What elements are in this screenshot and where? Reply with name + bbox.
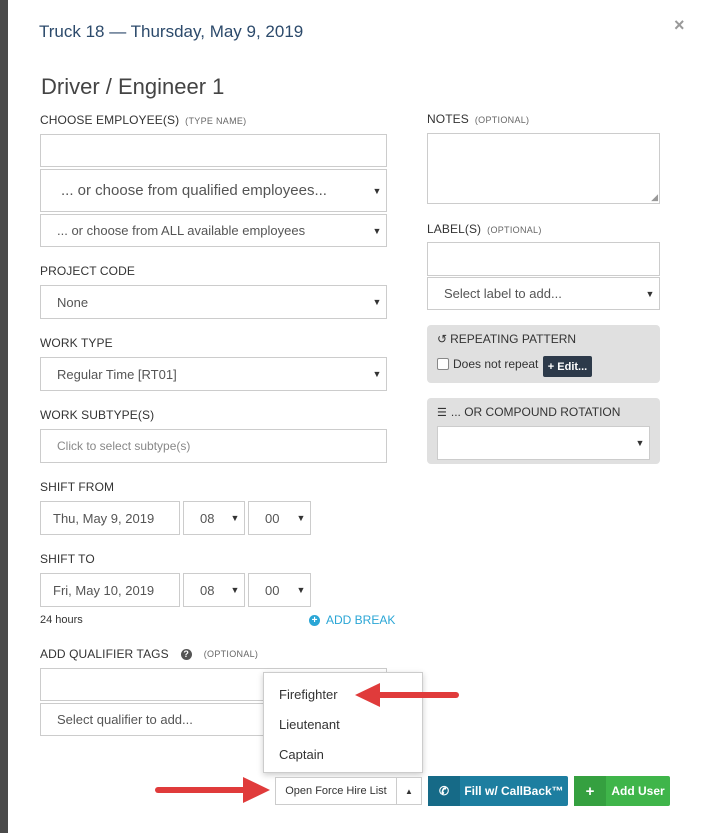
does-not-repeat-checkbox[interactable] [437,358,449,370]
fill-callback-button[interactable]: ✆ Fill w/ CallBack™ [428,776,568,806]
plus-circle-icon: + [309,614,320,626]
label-select[interactable]: Select label to add... ▼ [427,277,660,310]
arrow-left-annotation [355,683,459,707]
does-not-repeat-row: Does not repeat [437,357,538,371]
work-type-value: Regular Time [RT01] [57,366,177,382]
work-subtype-placeholder: Click to select subtype(s) [57,439,191,453]
qualifier-optional: (Optional) [203,649,259,659]
shift-from-hour-value: 08 [200,510,215,526]
dropdown-item-firefighter[interactable]: Firefighter [279,687,338,702]
close-icon[interactable]: × [674,16,685,34]
chevron-down-icon: ▼ [230,585,240,595]
duration-text: 24 hours [40,614,83,626]
shift-to-date-input[interactable]: Fri, May 10, 2019 [40,573,180,607]
chevron-up-icon[interactable]: ▲ [397,778,421,804]
labels-input[interactable] [427,242,660,276]
repeating-pattern-panel: ↺ REPEATING PATTERN Does not repeat + Ed… [427,325,660,383]
shift-from-minute-value: 00 [265,510,280,526]
qualified-employees-select[interactable]: ... or choose from qualified employees..… [40,169,387,212]
dropdown-item-captain[interactable]: Captain [279,747,324,762]
shift-from-label: Shift From [40,480,115,494]
add-break-label: ADD BREAK [326,613,396,627]
choose-employee-label: Choose Employee(s) (Type Name) [40,113,246,127]
label-select-placeholder: Select label to add... [444,286,562,301]
employee-name-input[interactable] [40,134,387,167]
fill-callback-label: Fill w/ CallBack™ [464,784,564,798]
add-user-label: Add User [611,784,665,798]
open-force-hire-button[interactable]: Open Force Hire List [276,778,397,804]
sliders-icon: ☰ [437,406,447,419]
qualifier-tags-label: Add Qualifier Tags ? (Optional) [40,647,258,661]
help-icon[interactable]: ? [180,648,192,660]
dropdown-item-lieutenant[interactable]: Lieutenant [279,717,340,732]
edit-pattern-button[interactable]: + Edit... [543,356,592,377]
compound-rotation-select[interactable]: ▼ [437,426,650,460]
shift-from-minute-select[interactable]: 00 ▼ [248,501,311,535]
labels-optional: (Optional) [487,225,542,235]
shift-modal: × Truck 18 — Thursday, May 9, 2019 Drive… [8,0,705,833]
shift-from-date-value: Thu, May 9, 2019 [53,510,155,526]
chevron-down-icon: ▼ [372,185,382,196]
chevron-down-icon: ▼ [296,585,306,595]
repeating-pattern-text: REPEATING PATTERN [450,332,577,346]
project-code-select[interactable]: None ▼ [40,285,387,319]
chevron-down-icon: ▼ [635,438,645,448]
compound-rotation-title: ☰ ... OR COMPOUND ROTATION [437,405,620,419]
history-icon: ↺ [437,332,448,346]
qualified-employees-value: ... or choose from qualified employees..… [61,182,327,199]
position-heading: Driver / Engineer 1 [41,74,225,99]
chevron-down-icon: ▼ [372,297,382,307]
all-employees-value: ... or choose from ALL available employe… [57,223,306,238]
resize-handle-icon[interactable]: ◢ [651,192,658,203]
phone-icon: ✆ [428,776,460,806]
repeating-pattern-title: ↺ REPEATING PATTERN [437,332,576,346]
force-hire-split-button: Open Force Hire List ▲ [275,777,422,805]
add-user-button[interactable]: + Add User [574,776,670,806]
arrow-right-annotation [155,777,270,803]
chevron-down-icon: ▼ [230,513,240,523]
modal-title: Truck 18 — Thursday, May 9, 2019 [39,22,304,41]
labels-label: Label(s) (Optional) [427,222,542,236]
shift-to-label: Shift To [40,552,95,566]
work-type-label: Work Type [40,336,113,350]
notes-textarea[interactable]: ◢ [427,133,660,204]
all-employees-select[interactable]: ... or choose from ALL available employe… [40,214,387,247]
chevron-down-icon: ▼ [645,288,655,299]
shift-to-hour-select[interactable]: 08 ▼ [183,573,245,607]
shift-to-minute-select[interactable]: 00 ▼ [248,573,311,607]
shift-from-hour-select[interactable]: 08 ▼ [183,501,245,535]
chevron-down-icon: ▼ [296,513,306,523]
project-code-value: None [57,294,89,310]
shift-from-date-input[interactable]: Thu, May 9, 2019 [40,501,180,535]
compound-rotation-text: ... OR COMPOUND ROTATION [450,405,621,419]
shift-to-hour-value: 08 [200,582,215,598]
add-break-link[interactable]: + ADD BREAK [309,613,395,627]
shift-to-date-value: Fri, May 10, 2019 [53,582,155,598]
chevron-down-icon: ▼ [372,225,382,236]
notes-optional: (Optional) [474,115,530,125]
shift-to-minute-value: 00 [265,582,280,598]
work-subtype-input[interactable]: Click to select subtype(s) [40,429,387,463]
notes-text: Notes [427,112,469,126]
notes-label: Notes (Optional) [427,112,529,126]
qualifier-tags-text: Add Qualifier Tags [40,647,169,661]
labels-text: Label(s) [427,222,482,236]
compound-rotation-panel: ☰ ... OR COMPOUND ROTATION ▼ [427,398,660,464]
choose-employee-text: Choose Employee(s) [40,113,180,127]
type-name-hint: (Type Name) [185,116,247,126]
work-subtype-label: Work Subtype(s) [40,408,155,422]
work-type-select[interactable]: Regular Time [RT01] ▼ [40,357,387,391]
does-not-repeat-label: Does not repeat [453,357,539,371]
plus-icon: + [574,776,606,806]
chevron-down-icon: ▼ [372,369,382,379]
project-code-label: Project Code [40,264,135,278]
